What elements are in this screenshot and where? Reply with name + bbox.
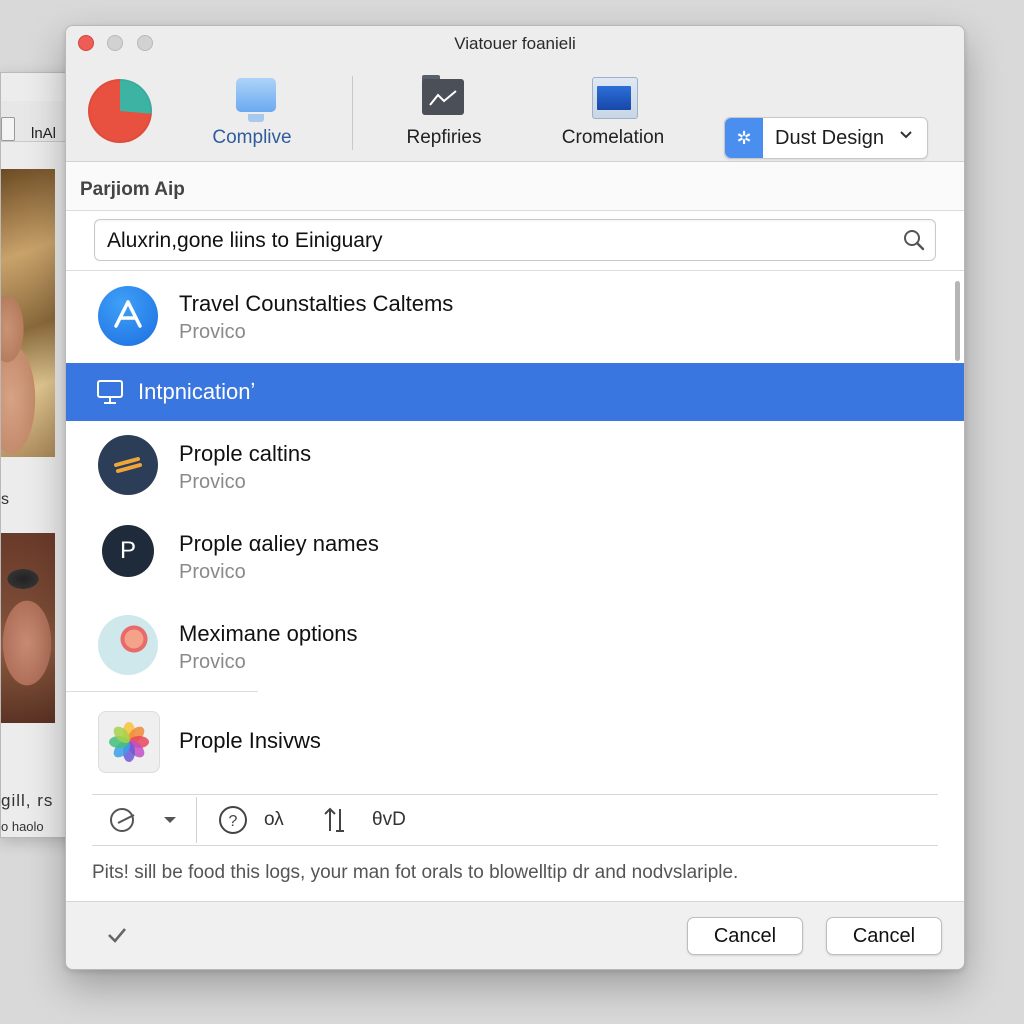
background-side-letter: s bbox=[1, 491, 9, 508]
toolbar-item-label: Repfiries bbox=[406, 127, 482, 148]
background-toolbar-icon bbox=[1, 117, 15, 141]
folder-activity-glyph bbox=[429, 90, 457, 106]
search-input-value: Aluxrin,gone liins to Einiguary bbox=[107, 229, 383, 252]
list-separator bbox=[66, 691, 258, 692]
window-title: Viatouer foanieli bbox=[454, 34, 576, 53]
app-store-icon bbox=[98, 286, 158, 346]
display-screen bbox=[597, 86, 631, 110]
list-item-selected[interactable]: Intpnicationʼ bbox=[66, 363, 964, 421]
search-icon[interactable] bbox=[903, 229, 925, 251]
hint-text: Pits! sill be food this logs, your man f… bbox=[92, 862, 739, 883]
bottom-toolbar: ? ολ θvD bbox=[92, 794, 938, 846]
sort-icon[interactable] bbox=[322, 805, 348, 835]
list-item-title: Prople Insivws bbox=[179, 728, 321, 753]
bottom-toolbar-text[interactable]: θvD bbox=[372, 809, 406, 831]
list-item[interactable]: Prople Insivws bbox=[66, 707, 964, 777]
toolbar: Complive Repfiries Cromelation ✲ Dust De… bbox=[66, 62, 964, 162]
monitor-stand bbox=[248, 114, 264, 122]
gear-icon: ✲ bbox=[725, 118, 763, 158]
list-item-title: Prople caltins bbox=[179, 441, 312, 466]
photos-icon bbox=[98, 711, 160, 773]
pie-chart-icon bbox=[88, 79, 152, 143]
checkmark-icon[interactable] bbox=[106, 924, 128, 952]
toolbar-item-label: Cromelation bbox=[561, 127, 665, 148]
chevron-down-icon[interactable] bbox=[162, 805, 178, 835]
section-header: Parjiom Aip bbox=[66, 162, 964, 211]
list-item-subtitle: Provico bbox=[179, 471, 246, 493]
list-item-title: Travel Counstalties Caltems bbox=[179, 291, 454, 316]
list-item-subtitle: Provico bbox=[179, 321, 246, 343]
list-item-title: Prople αaliey names bbox=[179, 531, 379, 556]
cancel-button-2[interactable]: Cancel bbox=[826, 917, 942, 955]
svg-text:?: ? bbox=[229, 813, 238, 830]
chevron-down-icon bbox=[899, 127, 913, 146]
help-icon[interactable]: ? bbox=[218, 805, 248, 835]
list-item-subtitle: Provico bbox=[179, 651, 246, 673]
list-item-subtitle: Provico bbox=[179, 561, 246, 583]
arrows-icon bbox=[98, 435, 158, 495]
cancel-button[interactable]: Cancel bbox=[687, 917, 803, 955]
flower-photo-icon bbox=[98, 615, 158, 675]
bottom-toolbar-text[interactable]: ολ bbox=[264, 809, 284, 831]
folder-icon[interactable] bbox=[422, 79, 464, 115]
list-item[interactable]: P Prople αaliey names Provico bbox=[66, 521, 964, 605]
search-input[interactable]: Aluxrin,gone liins to Einiguary bbox=[94, 219, 936, 261]
background-photo-face bbox=[1, 533, 55, 723]
profile-label: Dust Design bbox=[775, 127, 884, 149]
profile-dropdown[interactable]: ✲ Dust Design bbox=[724, 117, 928, 159]
section-title: Parjiom Aip bbox=[80, 179, 185, 200]
bottom-toolbar-divider bbox=[196, 797, 197, 843]
toolbar-item-complive[interactable]: Complive bbox=[66, 62, 338, 161]
dialog-window: Viatouer foanieli Complive Repfiries Cro… bbox=[65, 25, 965, 970]
background-photo-portrait bbox=[1, 169, 55, 457]
monitor-icon bbox=[236, 78, 276, 112]
dialog-footer: Cancel Cancel bbox=[66, 901, 964, 969]
list-item-title: Meximane options bbox=[179, 621, 358, 646]
list-item[interactable]: Prople caltins Provico bbox=[66, 431, 964, 515]
background-toolbar-label: lnAl bbox=[31, 125, 57, 142]
results-list: Travel Counstalties Caltems Provico Intp… bbox=[66, 270, 964, 791]
background-footer-text: gill, rs bbox=[1, 791, 54, 810]
share-icon[interactable] bbox=[106, 805, 140, 835]
list-item-title: Intpnicationʼ bbox=[138, 379, 256, 404]
title-bar: Viatouer foanieli bbox=[66, 26, 964, 62]
display-icon bbox=[97, 380, 123, 404]
toolbar-item-label: Complive bbox=[212, 127, 292, 148]
background-footer-text-2: o haolo bbox=[1, 819, 44, 834]
list-item[interactable]: Meximane options Provico bbox=[66, 611, 964, 695]
p-letter-icon: P bbox=[102, 525, 154, 577]
list-item[interactable]: Travel Counstalties Caltems Provico bbox=[66, 271, 964, 361]
toolbar-divider bbox=[352, 76, 353, 150]
